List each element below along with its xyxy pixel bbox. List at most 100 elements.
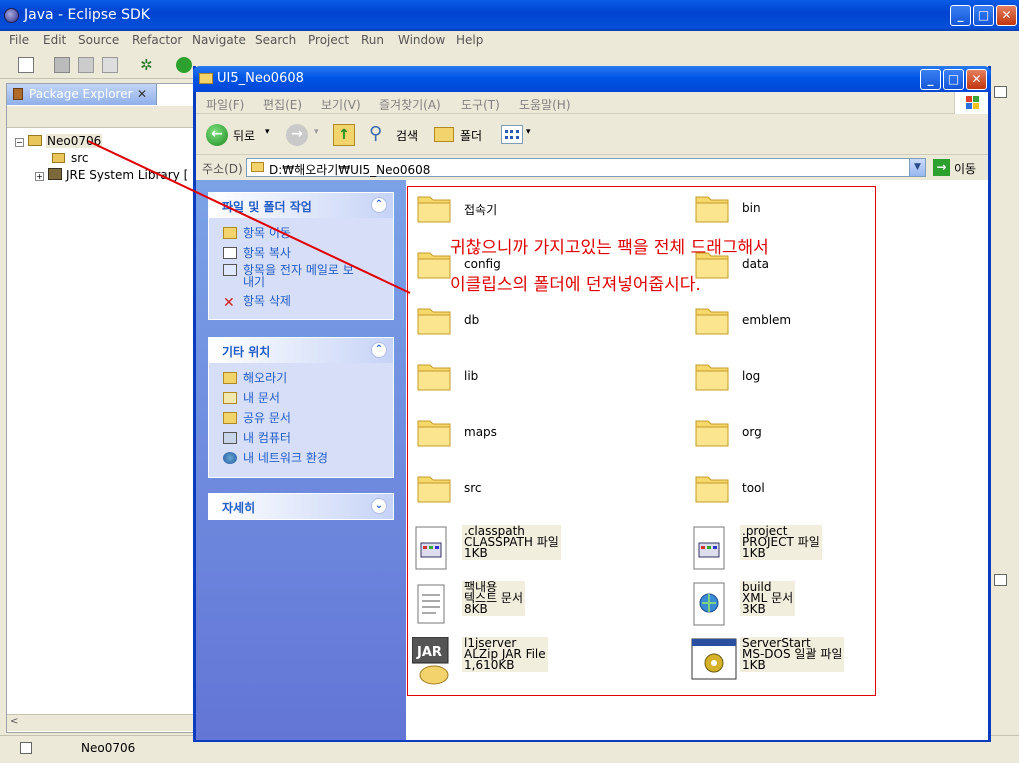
back-dropdown-icon[interactable]: ▾ bbox=[265, 127, 270, 137]
collapse-chevron-icon[interactable]: ⌃ bbox=[371, 197, 387, 213]
file-details: .project PROJECT 파일 1KB bbox=[740, 525, 822, 560]
address-input[interactable]: D:₩해오라기₩UI5_Neo0608 ▼ bbox=[246, 158, 926, 177]
menu-help[interactable]: Help bbox=[456, 33, 483, 47]
folder-icon bbox=[199, 73, 213, 84]
folder-name: log bbox=[742, 369, 761, 383]
folder-name: org bbox=[742, 425, 762, 439]
explorer-close-button[interactable]: ✕ bbox=[966, 69, 987, 90]
other-places-header[interactable]: 기타 위치 ⌃ bbox=[209, 338, 393, 363]
other-places-title: 기타 위치 bbox=[222, 345, 271, 359]
menu-file[interactable]: File bbox=[9, 33, 29, 47]
save-all-icon[interactable] bbox=[78, 57, 94, 73]
tab-package-explorer[interactable]: Package Explorer ✕ bbox=[7, 84, 157, 105]
forward-arrow-icon[interactable]: → bbox=[286, 124, 308, 146]
task-move[interactable]: 항목 이동 bbox=[223, 224, 291, 241]
details-header[interactable]: 자세히 ⌄ bbox=[209, 494, 393, 519]
explorer-minimize-button[interactable]: _ bbox=[920, 69, 941, 90]
folder-icon bbox=[694, 301, 730, 337]
search-icon[interactable]: ⚲ bbox=[369, 123, 382, 144]
scroll-left-icon[interactable]: < bbox=[10, 716, 18, 727]
task-pane: 파일 및 폴더 작업 ⌃ 항목 이동 항목 복사 항목을 전자 메일로 보 내기 … bbox=[196, 180, 406, 740]
task-delete[interactable]: ✕ 항목 삭제 bbox=[223, 292, 291, 311]
menu-refactor[interactable]: Refactor bbox=[132, 33, 182, 47]
menu-file-kr[interactable]: 파일(F) bbox=[206, 96, 244, 113]
folder-icon bbox=[416, 245, 452, 281]
menu-search[interactable]: Search bbox=[255, 33, 296, 47]
tree-row-project[interactable]: − Neo0706 bbox=[15, 134, 103, 148]
file-size: 1KB bbox=[742, 658, 766, 672]
task-email[interactable]: 항목을 전자 메일로 보 내기 bbox=[223, 264, 354, 288]
close-tab-icon[interactable]: ✕ bbox=[137, 87, 147, 101]
folders-icon[interactable] bbox=[434, 127, 454, 142]
tree-row-src[interactable]: src bbox=[52, 151, 89, 165]
folder-icon bbox=[416, 469, 452, 505]
close-button[interactable]: ✕ bbox=[996, 5, 1017, 26]
tree-row-jre[interactable]: + JRE System Library [ bbox=[35, 168, 188, 182]
save-icon[interactable] bbox=[54, 57, 70, 73]
collapse-chevron-icon-2[interactable]: ⌃ bbox=[371, 342, 387, 358]
menu-run[interactable]: Run bbox=[361, 33, 384, 47]
menu-edit[interactable]: Edit bbox=[43, 33, 66, 47]
folders-button[interactable]: 폴더 bbox=[460, 127, 482, 144]
address-dropdown-icon[interactable]: ▼ bbox=[909, 159, 925, 176]
forward-dropdown-icon[interactable]: ▾ bbox=[314, 127, 319, 137]
folder-icon bbox=[694, 469, 730, 505]
place-my-computer[interactable]: 내 컴퓨터 bbox=[223, 429, 291, 446]
restore-view-icon[interactable] bbox=[994, 86, 1007, 98]
menu-favorites-kr[interactable]: 즐겨찾기(A) bbox=[379, 96, 441, 113]
file-size: 8KB bbox=[464, 602, 488, 616]
run-icon[interactable] bbox=[176, 57, 192, 73]
new-icon[interactable] bbox=[18, 57, 34, 73]
menu-project[interactable]: Project bbox=[308, 33, 349, 47]
expand-chevron-icon[interactable]: ⌄ bbox=[371, 498, 387, 514]
horizontal-scrollbar[interactable]: < bbox=[7, 714, 193, 731]
go-button[interactable]: 이동 bbox=[954, 160, 976, 177]
folder-icon bbox=[694, 413, 730, 449]
file-tasks-header[interactable]: 파일 및 폴더 작업 ⌃ bbox=[209, 193, 393, 218]
file-icon bbox=[690, 525, 738, 573]
file-details: .classpath CLASSPATH 파일 1KB bbox=[462, 525, 561, 560]
eclipse-icon bbox=[4, 8, 19, 23]
folder-name: emblem bbox=[742, 313, 792, 327]
delete-icon: ✕ bbox=[223, 295, 235, 311]
menu-help-kr[interactable]: 도움말(H) bbox=[519, 96, 571, 113]
go-arrow-icon[interactable]: → bbox=[933, 159, 950, 176]
place-haeoragi[interactable]: 해오라기 bbox=[223, 369, 287, 386]
eclipse-menubar: File Edit Source Refactor Navigate Searc… bbox=[0, 31, 1019, 50]
menu-view-kr[interactable]: 보기(V) bbox=[321, 96, 361, 113]
menu-navigate[interactable]: Navigate bbox=[192, 33, 246, 47]
restore-view-icon-2[interactable] bbox=[994, 574, 1007, 586]
file-details: ServerStart MS-DOS 일괄 파일 1KB bbox=[740, 637, 845, 672]
views-dropdown-icon[interactable]: ▾ bbox=[526, 127, 531, 137]
search-button[interactable]: 검색 bbox=[396, 127, 418, 144]
views-icon[interactable] bbox=[501, 125, 523, 144]
place-my-documents[interactable]: 내 문서 bbox=[223, 389, 280, 406]
expand-icon[interactable]: + bbox=[35, 172, 44, 181]
file-icon: JAR bbox=[411, 636, 460, 685]
debug-icon[interactable]: ✲ bbox=[140, 57, 156, 73]
fast-view-icon[interactable] bbox=[20, 742, 32, 754]
explorer-titlebar[interactable]: UI5_Neo0608 _ □ ✕ bbox=[193, 66, 991, 92]
maximize-button[interactable]: □ bbox=[973, 5, 994, 26]
task-copy[interactable]: 항목 복사 bbox=[223, 244, 291, 261]
address-label: 주소(D) bbox=[202, 162, 243, 176]
minimize-button[interactable]: _ bbox=[950, 5, 971, 26]
eclipse-titlebar[interactable]: Java - Eclipse SDK _ □ ✕ bbox=[0, 0, 1019, 31]
place-network[interactable]: 내 네트워크 환경 bbox=[223, 449, 328, 466]
collapse-icon[interactable]: − bbox=[15, 138, 24, 147]
windows-logo-icon bbox=[954, 92, 988, 114]
up-folder-icon[interactable]: ↑ bbox=[333, 124, 355, 146]
menu-window[interactable]: Window bbox=[398, 33, 445, 47]
explorer-maximize-button[interactable]: □ bbox=[943, 69, 964, 90]
menu-edit-kr[interactable]: 편집(E) bbox=[263, 96, 302, 113]
folder-name: 접속기 bbox=[464, 203, 498, 217]
menu-source[interactable]: Source bbox=[78, 33, 119, 47]
menu-tools-kr[interactable]: 도구(T) bbox=[461, 96, 500, 113]
email-icon bbox=[223, 264, 237, 276]
back-button[interactable]: 뒤로 bbox=[233, 127, 255, 144]
print-icon[interactable] bbox=[102, 57, 118, 73]
explorer-menubar: 파일(F) 편집(E) 보기(V) 즐겨찾기(A) 도구(T) 도움말(H) bbox=[196, 92, 988, 114]
place-shared-documents[interactable]: 공유 문서 bbox=[223, 409, 291, 426]
other-places-panel: 기타 위치 ⌃ 해오라기 내 문서 공유 문서 내 컴퓨터 내 네트워크 환경 bbox=[208, 337, 394, 478]
back-arrow-icon[interactable]: ← bbox=[206, 124, 228, 146]
